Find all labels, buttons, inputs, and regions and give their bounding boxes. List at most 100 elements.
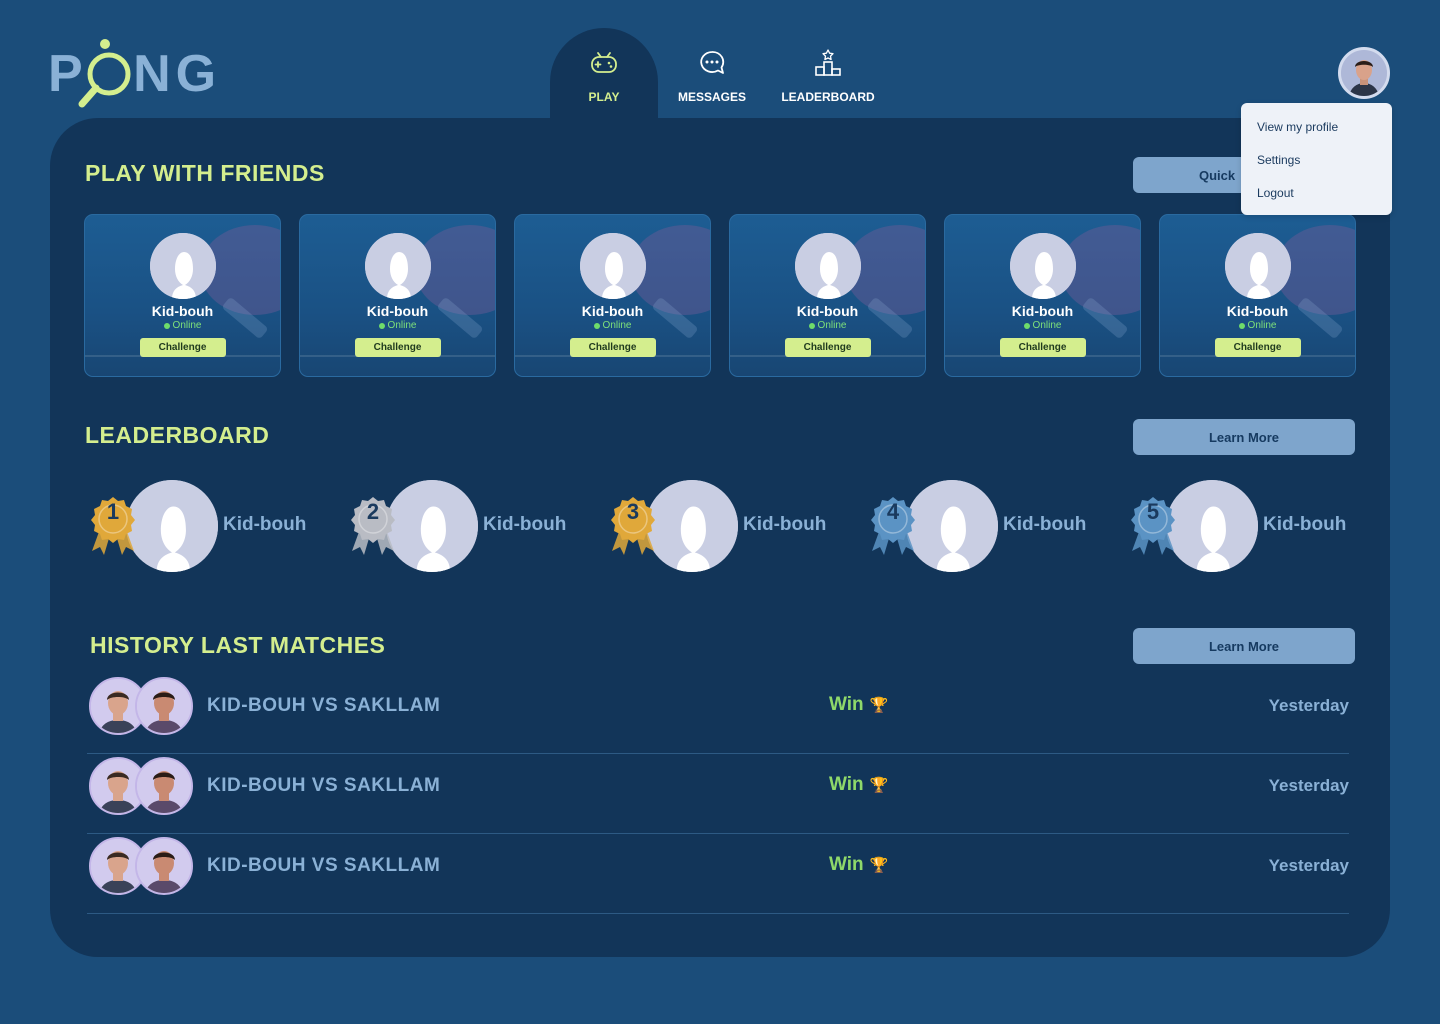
default-avatar-icon <box>794 233 861 299</box>
opponent-avatar <box>135 677 193 735</box>
match-title: KID-BOUH VS SAKLLAM <box>207 695 441 716</box>
rank-number: 5 <box>1146 499 1160 524</box>
tab-play[interactable]: PLAY <box>550 28 658 118</box>
match-row[interactable]: KID-BOUH VS SAKLLAM Win 🏆 Yesterday <box>87 834 1349 914</box>
tab-messages[interactable]: MESSAGES <box>658 28 766 118</box>
tab-leaderboard-label: LEADERBOARD <box>781 90 875 104</box>
leader-name: Kid-bouh <box>223 514 307 535</box>
challenge-button[interactable]: Challenge <box>999 338 1086 357</box>
user-avatar[interactable] <box>1338 47 1390 99</box>
match-history-list: KID-BOUH VS SAKLLAM Win 🏆 Yesterday KID-… <box>87 674 1349 914</box>
default-avatar-icon <box>386 480 478 572</box>
friend-avatar <box>1009 233 1076 299</box>
trophy-icon: 🏆 <box>869 697 889 714</box>
menu-item-settings[interactable]: Settings <box>1241 152 1392 185</box>
friend-status: Online <box>808 320 847 331</box>
online-dot-icon <box>163 322 170 329</box>
main-nav: PLAY MESSAGES LEADERBOARD <box>550 28 890 118</box>
menu-item-view-profile[interactable]: View my profile <box>1241 119 1392 152</box>
match-row[interactable]: KID-BOUH VS SAKLLAM Win 🏆 Yesterday <box>87 754 1349 834</box>
friend-name: Kid-bouh <box>1226 303 1289 319</box>
match-date: Yesterday <box>1268 696 1349 715</box>
friend-avatar <box>579 233 646 299</box>
friend-card[interactable]: Kid-bouh Online Challenge <box>1159 214 1356 377</box>
friend-status: Online <box>1023 320 1061 331</box>
friend-card[interactable]: Kid-bouh Online Challenge <box>729 214 926 377</box>
friend-avatar <box>364 233 431 299</box>
leader-avatar <box>386 480 478 572</box>
menu-item-logout[interactable]: Logout <box>1241 185 1392 218</box>
friend-avatar <box>149 233 216 299</box>
leaderboard-entry[interactable]: 4 Kid-bouh <box>868 480 1128 576</box>
leaderboard-list: 1 Kid-bouh 2 Kid-bouh 3 Kid-bouh 4 Kid-b… <box>88 480 1388 576</box>
user-photo <box>1341 50 1387 96</box>
default-avatar-icon <box>1224 233 1291 299</box>
default-avatar-icon <box>579 233 646 299</box>
rank-number: 4 <box>886 499 900 524</box>
leader-name: Kid-bouh <box>1003 514 1087 535</box>
rank-number: 2 <box>366 499 380 524</box>
friend-card[interactable]: Kid-bouh Online Challenge <box>84 214 281 377</box>
online-dot-icon <box>593 322 600 329</box>
challenge-button[interactable]: Challenge <box>784 338 871 357</box>
leaderboard-learn-more-button[interactable]: Learn More <box>1133 419 1355 455</box>
online-dot-icon <box>378 322 385 329</box>
friend-card[interactable]: Kid-bouh Online Challenge <box>944 214 1141 377</box>
ping-pong-paddle-icon <box>78 39 131 108</box>
rank-number: 1 <box>106 499 120 524</box>
friend-avatar <box>794 233 861 299</box>
leaderboard-entry[interactable]: 5 Kid-bouh <box>1128 480 1388 576</box>
match-result-label: Win <box>829 774 864 795</box>
friends-list: Kid-bouh Online Challenge Kid-bouh Onlin… <box>84 214 1356 377</box>
leaderboard-title: LEADERBOARD <box>85 422 270 448</box>
friend-card[interactable]: Kid-bouh Online Challenge <box>299 214 496 377</box>
play-with-friends-title: PLAY WITH FRIENDS <box>85 160 325 186</box>
online-dot-icon <box>1238 322 1245 329</box>
friend-status-label: Online <box>817 320 847 331</box>
match-result: Win 🏆 <box>829 694 888 716</box>
friend-status-label: Online <box>1247 320 1277 331</box>
history-learn-more-button[interactable]: Learn More <box>1133 628 1355 664</box>
friend-card[interactable]: Kid-bouh Online Challenge <box>514 214 711 377</box>
opponent-avatar <box>135 837 193 895</box>
default-avatar-icon <box>646 480 738 572</box>
main-panel: PLAY WITH FRIENDS Quick Kid-bouh Online … <box>50 118 1390 957</box>
online-dot-icon <box>1023 322 1030 329</box>
leader-name: Kid-bouh <box>483 514 567 535</box>
tab-messages-label: MESSAGES <box>677 90 746 104</box>
friend-status: Online <box>593 320 632 331</box>
challenge-button[interactable]: Challenge <box>569 338 656 357</box>
leader-name: Kid-bouh <box>1263 514 1347 535</box>
match-result-label: Win <box>829 694 864 715</box>
challenge-button[interactable]: Challenge <box>1214 338 1301 357</box>
leaderboard-entry[interactable]: 3 Kid-bouh <box>608 480 868 576</box>
match-players-avatars <box>89 837 199 897</box>
podium-icon <box>815 49 841 76</box>
default-avatar-icon <box>1166 480 1258 572</box>
tab-leaderboard[interactable]: LEADERBOARD <box>766 28 890 118</box>
friend-avatar <box>1224 233 1291 299</box>
match-date: Yesterday <box>1268 776 1349 795</box>
friend-status: Online <box>163 320 201 331</box>
leaderboard-entry[interactable]: 1 Kid-bouh <box>88 480 348 576</box>
friend-name: Kid-bouh <box>796 303 859 319</box>
default-avatar-icon <box>906 480 998 572</box>
leaderboard-entry[interactable]: 2 Kid-bouh <box>348 480 608 576</box>
friend-status-label: Online <box>602 320 632 331</box>
default-avatar-icon <box>149 233 216 299</box>
friend-status: Online <box>378 320 416 331</box>
pong-logo[interactable]: PONG <box>48 38 216 110</box>
challenge-button[interactable]: Challenge <box>139 338 226 357</box>
online-dot-icon <box>808 322 815 329</box>
rank-number: 3 <box>626 499 640 524</box>
leader-avatar <box>1166 480 1258 572</box>
challenge-button[interactable]: Challenge <box>354 338 441 357</box>
friend-name: Kid-bouh <box>581 303 644 319</box>
match-row[interactable]: KID-BOUH VS SAKLLAM Win 🏆 Yesterday <box>87 674 1349 754</box>
tab-play-label: PLAY <box>588 90 620 104</box>
player-photo <box>137 759 191 813</box>
chat-icon <box>700 51 725 74</box>
opponent-avatar <box>135 757 193 815</box>
match-players-avatars <box>89 757 199 817</box>
match-title: KID-BOUH VS SAKLLAM <box>207 775 441 796</box>
